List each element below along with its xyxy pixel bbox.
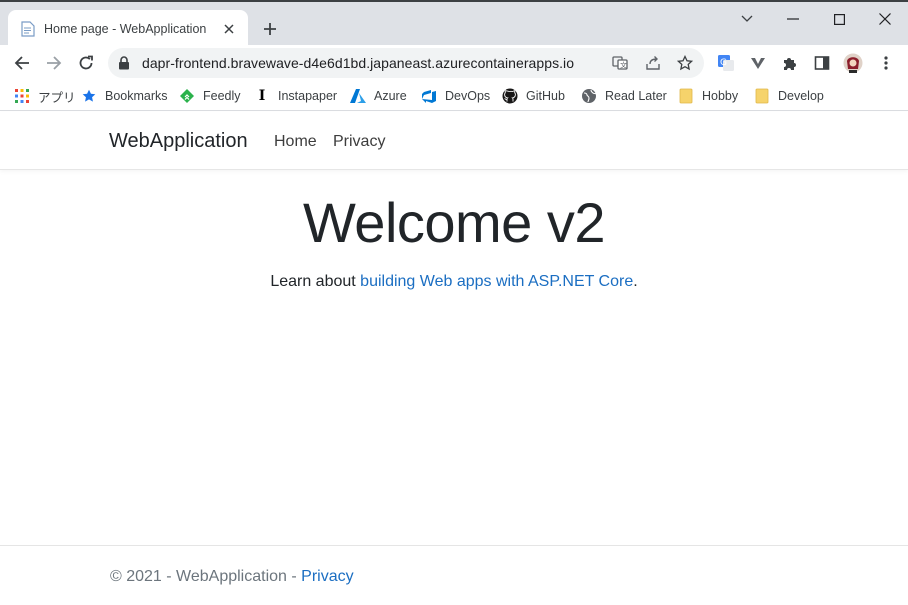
translate-icon[interactable]: 文	[611, 54, 629, 72]
bookmark-label: Hobby	[702, 89, 739, 103]
instapaper-icon: I	[258, 88, 266, 104]
kebab-menu-icon[interactable]	[876, 53, 896, 73]
site-brand-link[interactable]: WebApplication	[109, 130, 248, 153]
bookmark-label: GitHub	[526, 89, 565, 103]
site-navbar: WebApplication Home Privacy	[0, 112, 908, 170]
hero-section: Welcome v2 Learn about building Web apps…	[0, 190, 908, 291]
forward-icon[interactable]	[41, 50, 67, 76]
browser-titlebar: Home page - WebApplication	[0, 0, 908, 47]
new-tab-icon[interactable]	[258, 17, 282, 41]
reload-icon[interactable]	[73, 50, 99, 76]
footer-privacy-link[interactable]: Privacy	[301, 568, 353, 585]
bookmark-bookmarks[interactable]: Bookmarks	[81, 87, 168, 105]
bookmark-label: Read Later	[605, 89, 667, 103]
page-title: Welcome v2	[302, 191, 606, 254]
devops-icon	[421, 88, 437, 104]
bookmark-label: Feedly	[203, 89, 241, 103]
folder-icon	[678, 88, 694, 104]
minimize-icon[interactable]	[782, 8, 804, 30]
star-icon	[81, 88, 97, 104]
aspnet-docs-link[interactable]: building Web apps with ASP.NET Core	[360, 273, 633, 290]
bookmark-label: Azure	[374, 89, 407, 103]
bookmark-label: DevOps	[445, 89, 491, 103]
bookmark-star-icon[interactable]	[676, 54, 694, 72]
bookmark-azure[interactable]: Azure	[350, 87, 407, 105]
close-window-icon[interactable]	[874, 8, 896, 30]
intro-prefix: Learn about	[270, 273, 361, 290]
share-icon[interactable]	[644, 54, 662, 72]
intro-suffix: .	[633, 273, 638, 290]
azure-icon	[350, 88, 366, 104]
bookmark-instapaper[interactable]: I Instapaper	[254, 87, 337, 105]
tab-title: Home page - WebApplication	[44, 21, 207, 36]
maximize-icon[interactable]	[828, 8, 850, 30]
bookmark-apps[interactable]: アプリ	[14, 87, 76, 105]
feedly-icon	[179, 88, 195, 104]
copyright-text: © 2021 - WebApplication -	[110, 568, 302, 585]
bookmark-label: アプリ	[38, 90, 76, 105]
side-panel-icon[interactable]	[812, 53, 832, 73]
profile-avatar-icon[interactable]	[843, 53, 863, 73]
address-bar[interactable]: dapr-frontend.bravewave-d4e6d1bd.japanea…	[108, 48, 704, 78]
nav-home-link[interactable]: Home	[274, 133, 317, 151]
github-icon	[502, 88, 518, 104]
bookmarks-bar: アプリ Bookmarks Feedly I Instapaper Azure …	[0, 81, 908, 111]
folder-icon	[754, 88, 770, 104]
globe-icon	[581, 88, 597, 104]
bookmark-devops[interactable]: DevOps	[421, 87, 490, 105]
bookmark-folder-hobby[interactable]: Hobby	[678, 87, 738, 105]
apps-grid-icon	[14, 88, 30, 104]
chevron-down-icon[interactable]	[736, 8, 758, 30]
bookmark-read-later[interactable]: Read Later	[581, 87, 667, 105]
browser-toolbar: dapr-frontend.bravewave-d4e6d1bd.japanea…	[0, 45, 908, 81]
puzzle-icon[interactable]	[780, 53, 800, 73]
vivaldi-extension-icon[interactable]	[748, 53, 768, 73]
google-translate-extension-icon[interactable]: G	[716, 53, 736, 73]
url-text: dapr-frontend.bravewave-d4e6d1bd.japanea…	[142, 55, 575, 71]
back-icon[interactable]	[9, 50, 35, 76]
bookmark-label: Instapaper	[278, 89, 338, 103]
bookmark-label: Bookmarks	[105, 89, 168, 103]
close-tab-icon[interactable]	[220, 20, 238, 38]
footer-text: © 2021 - WebApplication - Privacy	[110, 568, 354, 586]
bookmark-label: Develop	[778, 89, 824, 103]
svg-text:G: G	[720, 58, 727, 68]
intro-text: Learn about building Web apps with ASP.N…	[0, 273, 908, 291]
bookmark-folder-develop[interactable]: Develop	[754, 87, 824, 105]
browser-tab[interactable]: Home page - WebApplication	[8, 10, 248, 47]
nav-privacy-link[interactable]: Privacy	[333, 133, 385, 151]
lock-icon[interactable]	[118, 56, 130, 70]
page-icon	[20, 20, 36, 37]
svg-text:文: 文	[620, 61, 627, 70]
bookmark-github[interactable]: GitHub	[502, 87, 565, 105]
bookmark-feedly[interactable]: Feedly	[179, 87, 241, 105]
site-footer: © 2021 - WebApplication - Privacy	[0, 545, 908, 605]
